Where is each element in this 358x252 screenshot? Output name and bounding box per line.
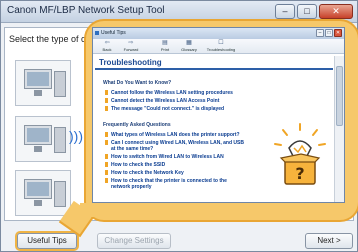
help-link[interactable]: The message "Could not connect." is disp… bbox=[105, 106, 245, 112]
computer-icon bbox=[24, 179, 52, 199]
computer-icon bbox=[24, 125, 52, 145]
window-title: Canon MF/LBP Network Setup Tool bbox=[7, 5, 165, 16]
section-heading: Frequently Asked Questions bbox=[103, 122, 171, 128]
maximize-button[interactable]: □ bbox=[297, 4, 317, 19]
help-window-title: Useful Tips bbox=[101, 30, 126, 36]
lightbulb-question-icon: ? bbox=[274, 123, 326, 185]
help-toolbar: ⇦ Back ⇨ Forward ▤ Print ▦ Glossary ☐ Tr… bbox=[93, 39, 344, 54]
help-link[interactable]: Can I connect using Wired LAN, Wireless … bbox=[105, 140, 245, 152]
app-icon bbox=[95, 31, 99, 35]
page-title: Troubleshooting bbox=[95, 56, 333, 70]
help-scrollbar[interactable] bbox=[334, 56, 344, 202]
footer-bar: Useful Tips Change Settings Next > bbox=[1, 225, 357, 251]
wireless-signal-icon: ))) bbox=[69, 128, 83, 144]
computer-icon bbox=[24, 69, 52, 89]
window-controls: – □ ✕ bbox=[275, 4, 353, 20]
next-button[interactable]: Next > bbox=[305, 233, 353, 249]
print-button[interactable]: ▤ Print bbox=[155, 40, 175, 52]
help-link[interactable]: Cannot detect the Wireless LAN Access Po… bbox=[105, 98, 245, 104]
connection-option-wireless[interactable] bbox=[15, 116, 71, 162]
help-link[interactable]: What types of Wireless LAN does the prin… bbox=[105, 132, 245, 138]
useful-tips-window: Useful Tips – □ ✕ ⇦ Back ⇨ Forward ▤ Pri… bbox=[92, 27, 345, 203]
glossary-icon: ▦ bbox=[186, 40, 192, 46]
help-link[interactable]: How to switch from Wired LAN to Wireless… bbox=[105, 154, 245, 160]
help-close-button[interactable]: ✕ bbox=[334, 29, 342, 37]
close-button[interactable]: ✕ bbox=[319, 4, 353, 19]
print-icon: ▤ bbox=[162, 40, 168, 46]
section-heading: What Do You Want to Know? bbox=[103, 80, 172, 86]
faq-links: What types of Wireless LAN does the prin… bbox=[105, 132, 245, 192]
glossary-button[interactable]: ▦ Glossary bbox=[179, 40, 199, 52]
help-title-bar: Useful Tips – □ ✕ bbox=[93, 28, 344, 39]
what-to-know-links: Cannot follow the Wireless LAN setting p… bbox=[105, 90, 245, 114]
help-maximize-button[interactable]: □ bbox=[325, 29, 333, 37]
help-link[interactable]: Cannot follow the Wireless LAN setting p… bbox=[105, 90, 245, 96]
help-link[interactable]: How to check that the printer is connect… bbox=[105, 178, 245, 190]
back-icon: ⇦ bbox=[104, 40, 110, 46]
change-settings-button: Change Settings bbox=[97, 233, 171, 249]
forward-icon: ⇨ bbox=[128, 40, 134, 46]
forward-button[interactable]: ⇨ Forward bbox=[121, 40, 141, 52]
useful-tips-button[interactable]: Useful Tips bbox=[17, 233, 77, 249]
connection-option-wired[interactable] bbox=[15, 170, 71, 216]
help-link[interactable]: How to check the SSID bbox=[105, 162, 245, 168]
help-content: Troubleshooting What Do You Want to Know… bbox=[95, 56, 333, 202]
back-button[interactable]: ⇦ Back bbox=[97, 40, 117, 52]
help-minimize-button[interactable]: – bbox=[316, 29, 324, 37]
help-link[interactable]: How to check the Network Key bbox=[105, 170, 245, 176]
troubleshooting-icon: ☐ bbox=[218, 40, 224, 46]
minimize-button[interactable]: – bbox=[275, 4, 295, 19]
troubleshooting-button[interactable]: ☐ Troubleshooting bbox=[203, 40, 239, 52]
connection-option-usb[interactable] bbox=[15, 60, 71, 106]
svg-text:?: ? bbox=[295, 164, 304, 183]
